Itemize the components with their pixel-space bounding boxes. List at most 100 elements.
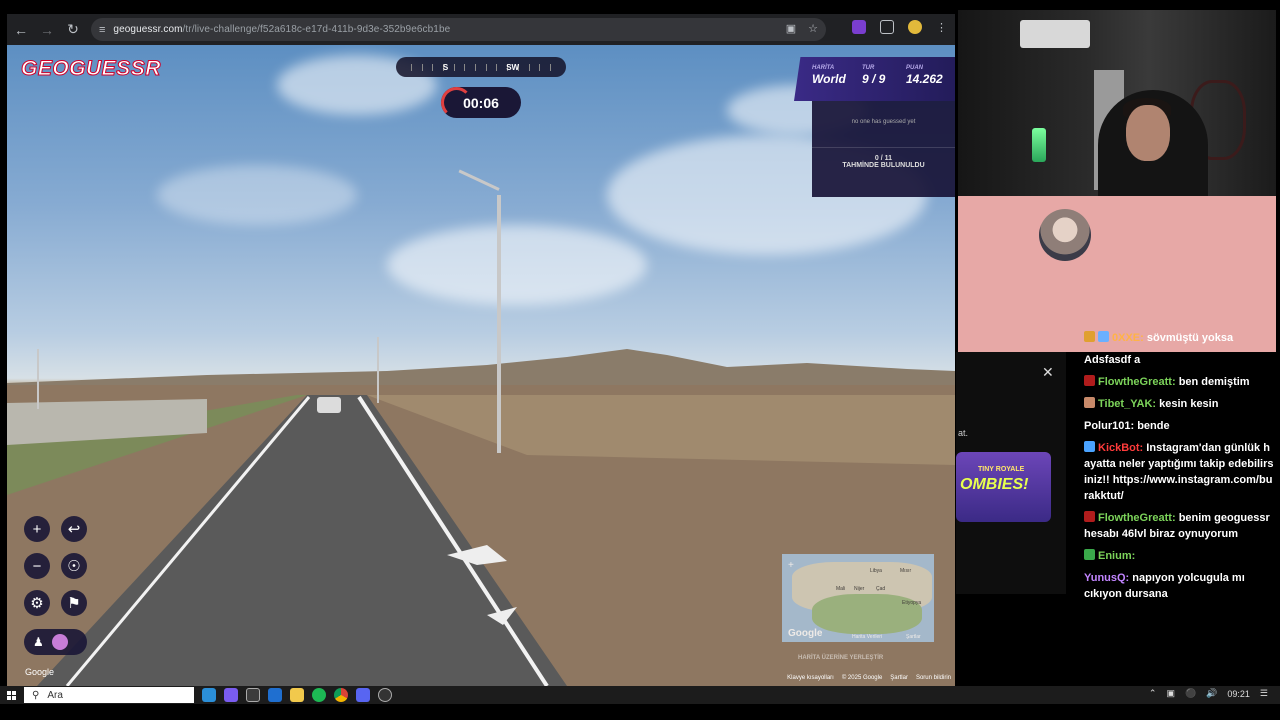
chat-username[interactable]: FlowtheGreatt: <box>1098 512 1176 524</box>
mic-icon[interactable]: ⚫ <box>1185 688 1196 699</box>
chat-badge-icon <box>1084 441 1095 452</box>
chat-message: 0XXE: sövmüştü yoksa <box>1084 330 1274 346</box>
outlook-icon[interactable] <box>268 688 282 702</box>
search-placeholder: Ara <box>47 689 63 701</box>
clock[interactable]: 09:21 <box>1227 689 1250 699</box>
chat-message: YunusQ: napıyon yolcugula mı cıkıyon dur… <box>1084 570 1274 602</box>
compass-southwest: SW <box>506 62 520 72</box>
guess-count: 0 / 11 <box>874 155 893 162</box>
player-avatar <box>51 634 68 650</box>
terms-link[interactable]: Şartlar <box>890 675 908 681</box>
copilot-icon[interactable] <box>224 688 238 702</box>
tray-chevron-icon[interactable]: ⌃ <box>1149 688 1157 699</box>
google-logo: Google <box>25 667 55 677</box>
chat-username[interactable]: YunusQ: <box>1084 572 1129 584</box>
taskbar-search[interactable]: ⚲ Ara <box>24 687 194 703</box>
forward-icon[interactable]: → <box>35 18 59 42</box>
extension-icon[interactable] <box>852 20 866 34</box>
no-guess-text: no one has guessed yet <box>851 119 916 125</box>
chat-badge-icon <box>1084 549 1095 560</box>
score-value: 14.262 <box>906 72 943 86</box>
guess-minimap[interactable]: + Libya Mali Nijer Çad Mısır Etiyopya Go… <box>782 554 934 642</box>
site-info-icon[interactable]: ≡ <box>99 24 105 36</box>
chat-username[interactable]: KickBot: <box>1098 442 1143 454</box>
pink-overlay <box>958 196 1276 352</box>
chat-text: Adsfasdf a <box>1084 354 1141 366</box>
flag-icon[interactable]: ⚑ <box>61 590 87 616</box>
webcam-feed <box>958 10 1276 196</box>
chat-message: FlowtheGreatt: benim geoguessr hesabı 46… <box>1084 510 1274 542</box>
spotify-icon[interactable] <box>312 688 326 702</box>
chat-text: kesin kesin <box>1159 398 1219 410</box>
chat-username[interactable]: FlowtheGreatt: <box>1098 376 1176 388</box>
notification-icon[interactable]: ☰ <box>1260 688 1268 699</box>
store-icon[interactable] <box>246 688 260 702</box>
reload-icon[interactable]: ↻ <box>61 18 85 42</box>
map-label: HARİTA <box>812 65 835 71</box>
edge-icon[interactable] <box>202 688 216 702</box>
chat-message: FlowtheGreatt: ben demiştim <box>1084 374 1274 390</box>
return-to-start-icon[interactable]: ☉ <box>61 553 87 579</box>
truncated-text: at. <box>958 428 969 438</box>
keyboard-shortcuts-link[interactable]: Klavye kısayolları <box>787 675 834 681</box>
close-icon[interactable]: ✕ <box>1042 364 1054 381</box>
map-attribution: Klavye kısayolları © 2025 Google Şartlar… <box>787 675 951 681</box>
profile-icon[interactable] <box>908 20 922 34</box>
chat-username[interactable]: Polur101: <box>1084 420 1134 432</box>
discord-icon[interactable] <box>356 688 370 702</box>
minimap-expand-icon[interactable]: + <box>788 560 794 571</box>
undo-move-icon[interactable]: ↩ <box>61 516 87 542</box>
settings-gear-icon[interactable]: ⚙ <box>24 590 50 616</box>
minimap-google-logo: Google <box>788 628 823 639</box>
back-icon[interactable]: ← <box>9 18 33 42</box>
screen: ← → ↻ ≡ geoguessr.com/tr/live-challenge/… <box>0 0 1280 720</box>
players-button[interactable]: ♟ <box>24 629 87 655</box>
windows-start-icon[interactable] <box>0 686 22 704</box>
chat-message: Polur101: bende <box>1084 418 1274 434</box>
volume-icon[interactable]: 🔊 <box>1206 688 1217 699</box>
zoom-in-button[interactable]: + <box>24 516 50 542</box>
chat-message: Adsfasdf a <box>1084 352 1274 368</box>
address-toolbar: ← → ↻ ≡ geoguessr.com/tr/live-challenge/… <box>7 14 955 45</box>
chat-badge-icon <box>1084 397 1095 408</box>
url-text: geoguessr.com/tr/live-challenge/f52a618c… <box>113 24 451 35</box>
compass: S SW <box>396 57 566 77</box>
copyright-text: © 2025 Google <box>841 675 883 681</box>
compass-south: S <box>442 62 449 72</box>
place-guess-button[interactable]: HARİTA ÜZERİNE YERLEŞTİR <box>798 655 883 661</box>
obs-icon[interactable] <box>378 688 392 702</box>
report-problem-link[interactable]: Sorun bildirin <box>916 675 951 681</box>
url-bar[interactable]: ≡ geoguessr.com/tr/live-challenge/f52a61… <box>91 18 826 41</box>
caller-avatar <box>1039 209 1091 261</box>
network-icon[interactable]: ▣ <box>1166 688 1175 699</box>
puzzle-icon[interactable] <box>880 20 894 34</box>
zoom-out-button[interactable]: − <box>24 553 50 579</box>
chat-text: bende <box>1137 420 1170 432</box>
guess-status-panel: no one has guessed yet 0 / 11 TAHMİNDE B… <box>812 101 955 197</box>
round-value: 9 / 9 <box>862 72 886 86</box>
chat-username[interactable]: Tibet_YAK: <box>1098 398 1156 410</box>
timer-ring <box>441 87 472 118</box>
chat-username[interactable]: Enium: <box>1098 550 1135 562</box>
chat-badge-icon <box>1084 511 1095 522</box>
map-value: World <box>812 72 846 86</box>
stream-chat: 0XXE: sövmüştü yoksa Adsfasdf a FlowtheGr… <box>1084 330 1274 608</box>
score-label: PUAN <box>906 65 924 71</box>
chat-message: KickBot: Instagram'dan günlük hayatta ne… <box>1084 440 1274 504</box>
hills <box>7 349 955 385</box>
search-icon: ⚲ <box>32 689 40 701</box>
install-icon[interactable]: ▣ <box>786 22 796 35</box>
windows-taskbar: ⚲ Ara ⌃ ▣ ⚫ 🔊 09:21 ☰ <box>0 686 1280 704</box>
geoguessr-logo[interactable]: GEOGUESSR <box>17 57 165 83</box>
bookmark-star-icon[interactable]: ☆ <box>808 22 818 35</box>
chat-text: ben demiştim <box>1178 376 1250 388</box>
players-icon: ♟ <box>33 635 44 649</box>
game-status-panel: HARİTA World TUR 9 / 9 PUAN 14.262 <box>794 57 955 101</box>
browser-window: ← → ↻ ≡ geoguessr.com/tr/live-challenge/… <box>7 14 955 686</box>
game-ad-banner[interactable]: TINY ROYALE OMBIES! <box>956 452 1051 522</box>
menu-dots-icon[interactable]: ⋮ <box>936 21 947 34</box>
street-view[interactable]: GEOGUESSR S SW 00:06 HARİTA World TUR 9 … <box>7 45 955 686</box>
guess-count-label: TAHMİNDE BULUNULDU <box>842 162 925 169</box>
chrome-icon[interactable] <box>334 688 348 702</box>
explorer-icon[interactable] <box>290 688 304 702</box>
